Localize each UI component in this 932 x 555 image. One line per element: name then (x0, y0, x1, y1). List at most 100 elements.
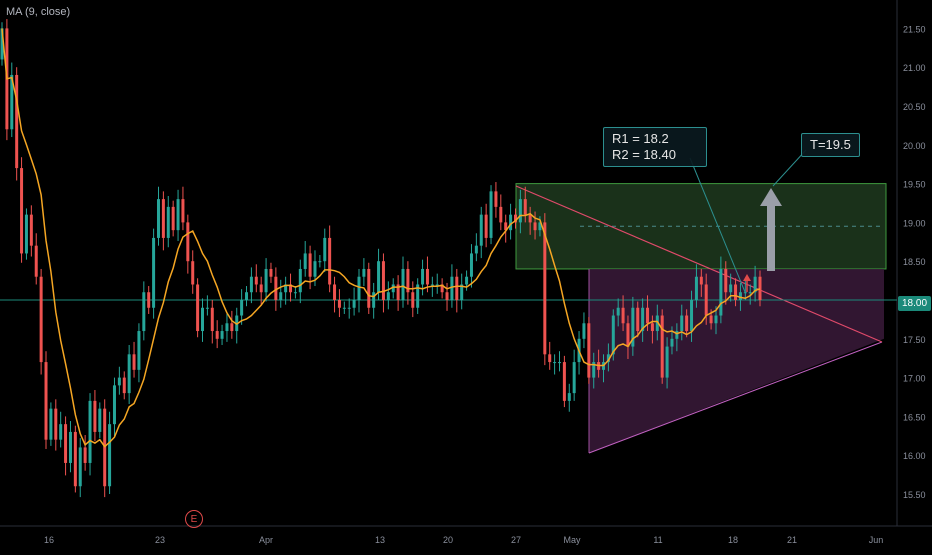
x-tick-label: May (563, 535, 581, 545)
candle-body (308, 253, 312, 277)
candle-body (249, 276, 253, 293)
candle-body (186, 222, 190, 262)
candle-body (323, 237, 327, 262)
candle-body (425, 268, 429, 285)
y-tick-label: 16.50 (903, 412, 926, 422)
candle-body (704, 284, 708, 316)
candle-body (450, 276, 454, 300)
candle-body (543, 222, 547, 355)
x-tick-label: Apr (259, 535, 273, 545)
candle-body (372, 292, 376, 308)
candle-body (499, 206, 503, 223)
candle-body (352, 300, 356, 308)
y-tick-label: 17.00 (903, 374, 926, 384)
candle-body (112, 385, 116, 425)
candle-body (690, 300, 694, 332)
candle-body (342, 307, 346, 309)
candle-body (333, 284, 337, 300)
candle-body (215, 331, 219, 339)
candle-body (73, 431, 77, 487)
candle-body (303, 253, 307, 269)
x-tick-label: 18 (728, 535, 738, 545)
candle-body (621, 307, 625, 324)
candle-body (347, 307, 351, 309)
candle-body (122, 377, 126, 394)
candle-body (156, 199, 160, 238)
candle-body (29, 214, 33, 246)
candle-body (83, 447, 87, 463)
y-tick-label: 19.50 (903, 180, 926, 190)
candle-body (142, 292, 146, 332)
x-tick-label: 20 (443, 535, 453, 545)
candle-body (44, 362, 48, 440)
candle-body (132, 354, 136, 370)
y-tick-label: 20.00 (903, 141, 926, 151)
candle-body (166, 206, 170, 238)
candle-body (479, 214, 483, 246)
candle-body (738, 292, 742, 300)
candle-body (455, 276, 459, 300)
candle-body (694, 276, 698, 300)
candle-body (191, 261, 195, 285)
target-annotation: T=19.5 (801, 133, 860, 157)
candle-body (494, 191, 498, 207)
candle-body (205, 307, 209, 309)
candle-body (685, 315, 689, 332)
candle-body (743, 292, 747, 294)
r1-label: R1 = 18.2 (612, 131, 669, 146)
x-tick-label: Jun (869, 535, 884, 545)
candle-body (68, 431, 72, 463)
candle-body (39, 276, 43, 363)
candle-body (484, 214, 488, 238)
candle-body (279, 292, 283, 300)
candle-body (562, 362, 566, 401)
candle-body (357, 276, 361, 300)
candle-body (489, 191, 493, 238)
candle-body (675, 331, 679, 339)
candle-body (88, 400, 92, 463)
candle-body (259, 284, 263, 293)
candle-body (528, 214, 532, 223)
y-tick-label: 20.50 (903, 102, 926, 112)
candle-body (337, 300, 341, 308)
candle-body (714, 315, 718, 324)
earnings-event-marker[interactable]: E (185, 510, 203, 528)
candle-body (709, 315, 713, 324)
candle-body (20, 168, 24, 254)
candle-body (445, 292, 449, 300)
candle-body (328, 237, 332, 285)
chart-area[interactable]: 21.50 21.00 20.50 20.00 19.50 19.00 18.50 18.00… (0, 0, 932, 550)
candle-body (127, 354, 131, 394)
candle-body (616, 307, 620, 316)
x-tick-label: 11 (653, 535, 662, 545)
r2-label: R2 = 18.40 (612, 147, 676, 162)
candle-body (225, 323, 229, 332)
candle-body (582, 323, 586, 339)
x-tick-label: 27 (511, 535, 521, 545)
y-tick-label: 18.50 (903, 257, 926, 267)
candle-body (665, 346, 669, 378)
candle-body (54, 408, 58, 440)
candle-body (518, 199, 522, 223)
candle-body (724, 268, 728, 293)
candle-body (680, 315, 684, 332)
candle-body (587, 323, 591, 378)
x-tick-label: 21 (787, 535, 797, 545)
candle-body (626, 323, 630, 347)
y-tick-label: 21.50 (903, 24, 926, 34)
indicator-legend[interactable]: MA (9, close) (6, 6, 70, 18)
candle-body (650, 323, 654, 332)
candle-body (230, 323, 234, 332)
y-tick-label: 21.00 (903, 63, 926, 73)
y-axis-panel (897, 0, 932, 550)
candle-body (245, 292, 249, 300)
candle-body (430, 284, 434, 286)
candle-body (548, 354, 552, 363)
x-tick-label: 13 (375, 535, 385, 545)
candle-body (117, 377, 121, 386)
candle-body (161, 199, 165, 238)
candle-body (78, 447, 82, 487)
candle-body (660, 315, 664, 378)
candle-body (469, 253, 473, 277)
candle-body (98, 408, 102, 432)
